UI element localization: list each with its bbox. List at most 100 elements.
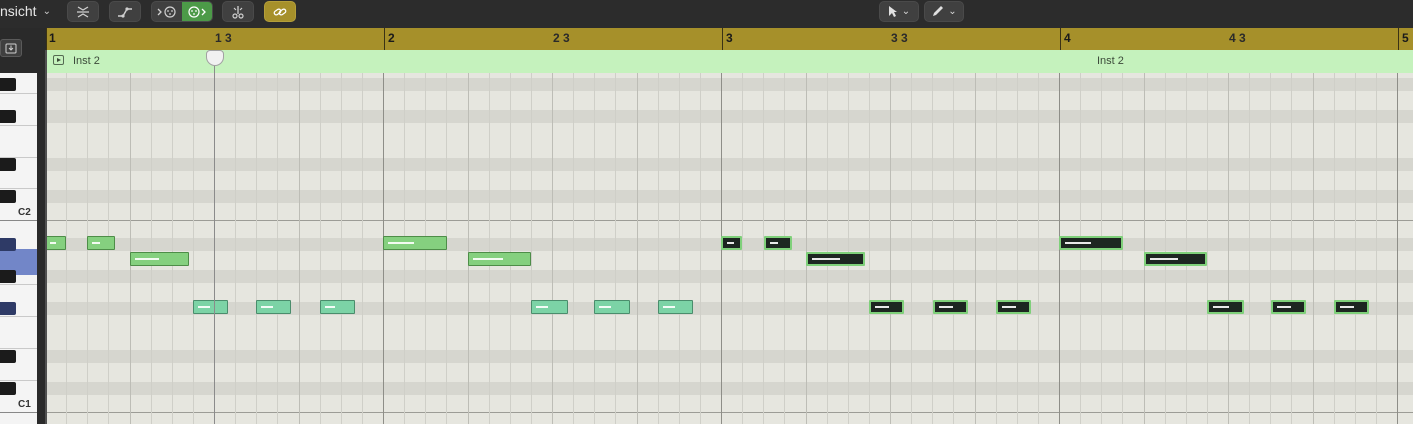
beat-label: 4 3 (1229, 31, 1246, 45)
bar-label-1: 1 (49, 31, 56, 45)
note-grid[interactable] (45, 73, 1413, 424)
division-line (151, 73, 152, 424)
region-header[interactable]: Inst 2 Inst 2 (45, 50, 1413, 73)
black-key[interactable] (0, 238, 16, 251)
beat-line (552, 73, 553, 424)
pointer-icon (888, 6, 897, 17)
octave-label-c1: C1 (18, 399, 31, 410)
midi-note-selected[interactable] (933, 300, 968, 314)
midi-note-selected[interactable] (1059, 236, 1123, 250)
midi-note[interactable] (658, 300, 693, 314)
collapse-icon (77, 5, 89, 18)
division-line (1249, 73, 1250, 424)
midi-thru-group (151, 1, 213, 22)
black-key[interactable] (0, 78, 16, 91)
midi-note[interactable] (468, 252, 531, 266)
view-menu[interactable]: nsicht ⌄ (0, 0, 51, 22)
midi-note[interactable] (256, 300, 291, 314)
division-line (172, 73, 173, 424)
beat-line (890, 73, 891, 424)
catch-icon (5, 43, 17, 53)
catch-playhead-button[interactable] (0, 39, 22, 57)
midi-note-selected[interactable] (1334, 300, 1369, 314)
collapse-button[interactable] (67, 1, 99, 22)
division-line (362, 73, 363, 424)
beat-line (806, 73, 807, 424)
bar-ruler[interactable]: 1 1 3 2 2 3 3 3 3 4 4 3 5 (37, 28, 1413, 50)
division-line (1038, 73, 1039, 424)
midi-note-selected[interactable] (764, 236, 792, 250)
beat-label: 3 3 (891, 31, 908, 45)
black-key[interactable] (0, 302, 16, 315)
division-line (1207, 73, 1208, 424)
division-line (911, 73, 912, 424)
chevron-down-icon: ⌄ (948, 6, 957, 17)
beat-line (1144, 73, 1145, 424)
midi-note-selected[interactable] (1144, 252, 1207, 266)
ruler-corner (37, 28, 46, 50)
division-line (193, 73, 194, 424)
beat-line (130, 73, 131, 424)
beat-line (975, 73, 976, 424)
key-divider (0, 125, 37, 126)
beat-line (637, 73, 638, 424)
piano-keyboard[interactable]: C2 C1 (0, 73, 37, 424)
midi-note[interactable] (320, 300, 355, 314)
pointer-tool-menu[interactable]: ⌄ (879, 1, 919, 22)
midi-note[interactable] (87, 236, 115, 250)
midi-note-selected[interactable] (721, 236, 742, 250)
pencil-tool-menu[interactable]: ⌄ (924, 1, 964, 22)
automation-button[interactable] (109, 1, 141, 22)
key-divider (0, 412, 37, 413)
midi-note[interactable] (383, 236, 447, 250)
midi-note[interactable] (45, 236, 66, 250)
midi-note-selected[interactable] (869, 300, 904, 314)
division-line (277, 73, 278, 424)
key-divider (0, 316, 37, 317)
play-region-icon[interactable] (53, 55, 64, 65)
beat-label: 1 3 (215, 31, 232, 45)
beat-line (468, 73, 469, 424)
midi-note-selected[interactable] (1271, 300, 1306, 314)
black-key[interactable] (0, 110, 16, 123)
midi-note-selected[interactable] (806, 252, 865, 266)
key-divider (0, 348, 37, 349)
midi-note-selected[interactable] (1207, 300, 1244, 314)
link-icon (273, 7, 287, 16)
midi-note[interactable] (531, 300, 568, 314)
key-divider (0, 93, 37, 94)
midi-note-selected[interactable] (996, 300, 1031, 314)
black-key[interactable] (0, 190, 16, 203)
bar-label-2: 2 (388, 31, 395, 45)
bar-label-3: 3 (726, 31, 733, 45)
division-line (1291, 73, 1292, 424)
octave-label-c2: C2 (18, 207, 31, 218)
division-line (531, 73, 532, 424)
division-line (932, 73, 933, 424)
region-name-repeat: Inst 2 (1097, 55, 1124, 67)
midi-out-button[interactable] (182, 2, 212, 21)
black-key[interactable] (0, 382, 16, 395)
midi-in-button[interactable] (152, 2, 182, 21)
division-line (573, 73, 574, 424)
bar-tick (722, 28, 723, 50)
black-key[interactable] (0, 350, 16, 363)
key-divider (0, 284, 37, 285)
beat-line (299, 73, 300, 424)
black-key[interactable] (0, 158, 16, 171)
split-button[interactable] (222, 1, 254, 22)
scissor-icon (232, 5, 244, 19)
division-line (848, 73, 849, 424)
division-line (1165, 73, 1166, 424)
division-line (256, 73, 257, 424)
midi-note[interactable] (130, 252, 189, 266)
black-key[interactable] (0, 270, 16, 283)
division-line (66, 73, 67, 424)
grid-left-edge (45, 50, 47, 424)
division-line (1334, 73, 1335, 424)
division-line (742, 73, 743, 424)
link-button[interactable] (264, 1, 296, 22)
division-line (658, 73, 659, 424)
midi-note[interactable] (193, 300, 228, 314)
midi-note[interactable] (594, 300, 630, 314)
